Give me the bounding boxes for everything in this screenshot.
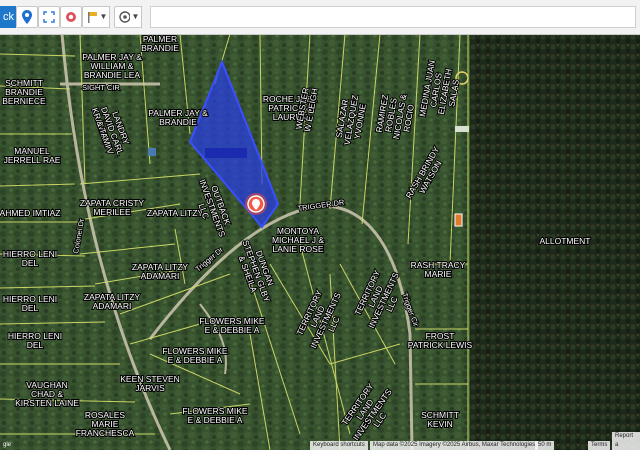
parcel-label-line: E & DEBBIE A (188, 415, 243, 425)
parcel-label-line: KEVIN (427, 419, 453, 429)
parcel-label-p6: AHMED IMTIAZ (0, 208, 60, 218)
parcel-label-line: E & DEBBIE A (168, 355, 223, 365)
building-marker (455, 126, 469, 132)
back-button[interactable]: ck (0, 6, 16, 28)
parcel-label-p4: SCHMITT BRANDIE BERNIECE (2, 78, 46, 106)
parcel-label-line: E & DEBBIE A (205, 325, 260, 335)
location-pin-button[interactable] (16, 6, 38, 28)
parcel-label-line: BRANDIE (141, 43, 179, 53)
parcel-label-p11: ZAPATA LITZY (147, 208, 204, 218)
parcel-label-line: LANIE ROSE (272, 244, 323, 254)
parcel-label-line: MERILEE (93, 207, 131, 217)
parcel-label-line: BRANDIE (159, 117, 197, 127)
parcel-label-line: PATRICK LEWIS (408, 340, 473, 350)
parcel-label-p2: PALMER BRANDIE (141, 34, 179, 53)
parcel-label-p25: FLOWERS MIKE E & DEBBIE A (182, 406, 248, 425)
parcel-label-line: JARVIS (135, 383, 165, 393)
selected-parcel-label-box (205, 148, 247, 158)
parcel-label-line: BRANDIE LEA (84, 70, 141, 80)
fullscreen-button[interactable] (38, 6, 60, 28)
parcel-label-line: KIRSTEN LAINE (15, 398, 79, 408)
parcel-label-line: DEL (22, 258, 39, 268)
settings-dropdown-caret[interactable]: ▼ (130, 6, 142, 28)
parcel-label-p1: PALMER JAY & WILLIAM & BRANDIE LEA (82, 52, 142, 80)
fullscreen-icon (43, 11, 55, 23)
report-link[interactable]: Report a (612, 432, 640, 450)
parcel-label-line: AHMED IMTIAZ (0, 208, 60, 218)
parcel-label-line: DEL (27, 340, 44, 350)
measure-dropdown-caret[interactable]: ▼ (98, 6, 110, 28)
terms-link[interactable]: Terms (588, 441, 611, 450)
address-bar[interactable] (150, 6, 636, 28)
google-logo-fragment: gle (3, 442, 12, 448)
satellite-map[interactable]: PALMER JAY & WILLIAM & BRANDIE LEA PALMER BR… (0, 34, 640, 450)
attribution-text: Map data ©2025 Imagery ©2025 Airbus, Max… (370, 441, 539, 450)
parcel-label-line: BERNIECE (2, 96, 46, 106)
structure-marker (454, 213, 463, 227)
parcel-label-p23: FLOWERS MIKE E & DEBBIE A (199, 316, 265, 335)
parcel-label-line: DEL (22, 303, 39, 313)
map-canvas[interactable]: PALMER JAY & WILLIAM & BRANDIE LEAPALMER BR… (0, 34, 640, 450)
pond-marker (148, 148, 156, 156)
location-marker[interactable] (245, 193, 267, 215)
keyboard-shortcuts-link[interactable]: Keyboard shortcuts (310, 441, 368, 450)
parcel-label-p24: FLOWERS MIKE E & DEBBIE A (162, 346, 228, 365)
parcel-label-line: ALLOTMENT (539, 236, 590, 246)
parcel-label-p21: MONTOYA MICHAEL J & LANIE ROSE (272, 226, 324, 254)
parcel-label-line: MARIE (425, 269, 452, 279)
scale-label: 50 m (535, 441, 555, 450)
layers-icon (66, 12, 76, 22)
parcel-label-line: ADAMARI (93, 301, 132, 311)
location-pin-icon (22, 10, 32, 24)
parcel-label-line: ADAMARI (141, 271, 180, 281)
parcel-label-line: ZAPATA LITZY (147, 208, 204, 218)
parcel-label-p34: ALLOTMENT (539, 236, 590, 246)
layers-button[interactable] (60, 6, 82, 28)
sight-cir-label: SIGHT CIR (82, 83, 120, 92)
map-toolbar: ck ▼ ▼ (0, 0, 640, 35)
map-footer: gle Keyboard shortcuts Map data ©2025 Im… (0, 432, 640, 450)
parcel-label-line: FRANCHESCA (76, 428, 135, 438)
parcel-label-line: JERRELL RAE (4, 155, 61, 165)
